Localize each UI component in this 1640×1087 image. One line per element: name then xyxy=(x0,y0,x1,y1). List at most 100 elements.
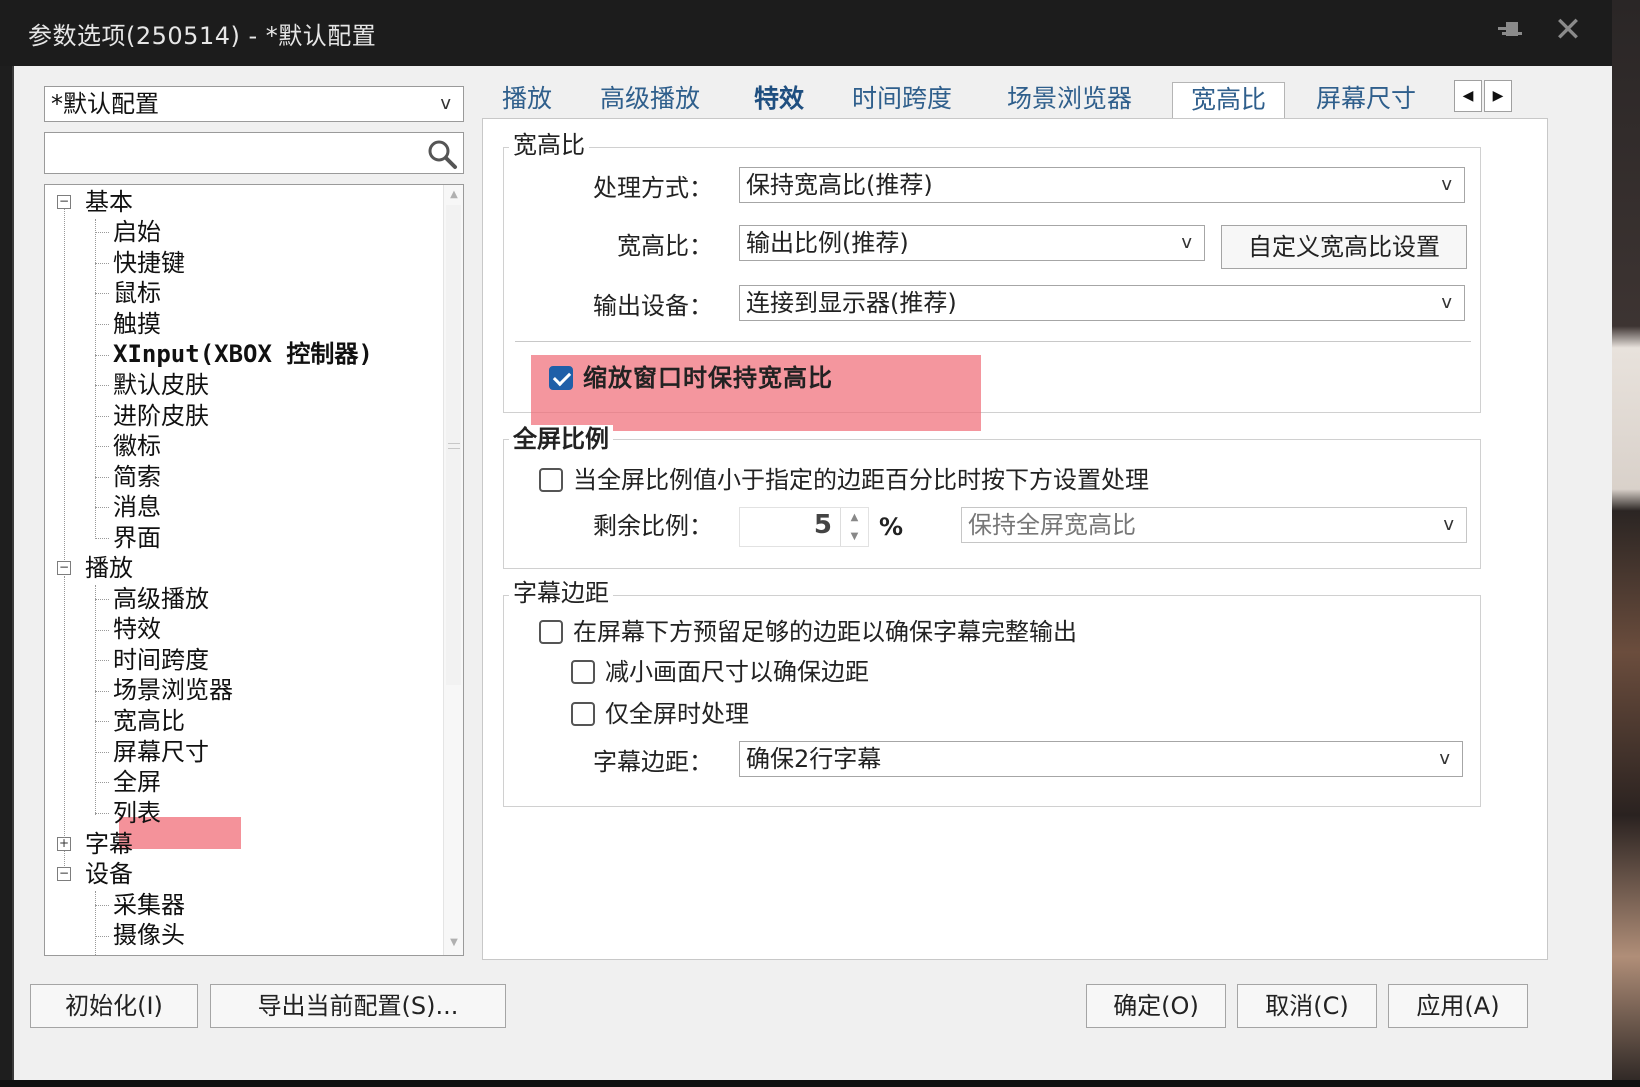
tab-bar: 播放 高级播放 特效 时间跨度 场景浏览器 宽高比 屏幕尺寸 xyxy=(482,82,1548,120)
checkbox-icon[interactable] xyxy=(539,468,563,492)
checkbox-icon[interactable] xyxy=(571,702,595,726)
tree-item-basic[interactable]: 基本 xyxy=(85,187,133,217)
stepper-down-icon[interactable]: ▼ xyxy=(841,527,868,546)
margin-select[interactable]: 确保2行字幕 v xyxy=(739,741,1463,777)
tree-item[interactable]: 全屏 xyxy=(113,767,161,797)
tree-item[interactable]: 简索 xyxy=(113,462,161,492)
fullscreen-mode-select[interactable]: 保持全屏宽高比 v xyxy=(961,507,1467,543)
tree-item-subtitle[interactable]: 字幕 xyxy=(85,829,133,859)
tree-expander[interactable]: − xyxy=(57,867,71,881)
chevron-down-icon: v xyxy=(1441,174,1452,195)
ratio-select-value: 输出比例(推荐) xyxy=(746,229,909,257)
chevron-down-icon: v xyxy=(440,93,451,114)
settings-tree[interactable]: − 基本 启始 快捷键 鼠标 触摸 XInput(XBOX 控制器) 默认皮肤 … xyxy=(44,184,464,956)
scroll-grip-icon xyxy=(448,443,460,449)
tree-expander[interactable]: + xyxy=(57,837,71,851)
tree-item[interactable]: 采集器 xyxy=(113,890,185,920)
search-input[interactable] xyxy=(44,132,464,174)
tree-guide xyxy=(95,477,109,478)
stepper-arrows[interactable]: ▲ ▼ xyxy=(840,508,868,546)
keep-ratio-checkbox[interactable]: 缩放窗口时保持宽高比 xyxy=(549,363,833,393)
reserve-margin-checkbox[interactable]: 在屏幕下方预留足够的边距以确保字幕完整输出 xyxy=(539,617,1077,647)
scroll-down-icon[interactable]: ▼ xyxy=(447,937,461,951)
cancel-button[interactable]: 取消(C) xyxy=(1237,984,1377,1028)
tree-item[interactable]: 徽标 xyxy=(113,431,161,461)
tree-guide xyxy=(95,219,96,539)
chevron-down-icon: v xyxy=(1443,514,1454,535)
tree-item[interactable]: 高级播放 xyxy=(113,584,209,614)
search-icon[interactable] xyxy=(425,137,459,171)
checkbox-checked-icon[interactable] xyxy=(549,366,573,390)
tree-item[interactable]: 场景浏览器 xyxy=(113,675,233,705)
tab-scene-browser[interactable]: 场景浏览器 xyxy=(1007,82,1132,118)
tree-guide xyxy=(64,209,65,562)
margin-select-value: 确保2行字幕 xyxy=(746,745,882,773)
export-config-button[interactable]: 导出当前配置(S)... xyxy=(210,984,506,1028)
tree-item[interactable]: 触摸 xyxy=(113,309,161,339)
tree-expander[interactable]: − xyxy=(57,561,71,575)
group-title: 全屏比例 xyxy=(509,425,613,453)
separator xyxy=(515,341,1471,342)
tree-guide xyxy=(95,538,109,539)
device-select[interactable]: 连接到显示器(推荐) v xyxy=(739,285,1465,321)
tree-item[interactable]: 特效 xyxy=(113,614,161,644)
reserve-margin-label: 在屏幕下方预留足够的边距以确保字幕完整输出 xyxy=(573,618,1077,646)
remain-ratio-stepper[interactable]: 5 ▲ ▼ xyxy=(739,507,869,547)
shrink-picture-checkbox[interactable]: 减小画面尺寸以确保边距 xyxy=(571,657,869,687)
preferences-dialog: *默认配置 v − 基本 启始 快捷键 鼠标 触摸 XInput(XBOX 控制… xyxy=(12,66,1612,1080)
tree-scrollbar[interactable]: ▲ ▼ xyxy=(443,185,463,955)
tree-item-device[interactable]: 设备 xyxy=(85,859,133,889)
tree-item[interactable]: 快捷键 xyxy=(113,248,185,278)
device-select-value: 连接到显示器(推荐) xyxy=(746,289,957,317)
tree-item[interactable]: 界面 xyxy=(113,523,161,553)
tab-aspect-ratio[interactable]: 宽高比 xyxy=(1172,82,1286,120)
chevron-down-icon: v xyxy=(1439,748,1450,769)
tree-guide xyxy=(95,416,109,417)
checkbox-icon[interactable] xyxy=(539,620,563,644)
ratio-select[interactable]: 输出比例(推荐) v xyxy=(739,225,1205,261)
tree-item[interactable]: 列表 xyxy=(113,798,161,828)
tree-item[interactable]: 进阶皮肤 xyxy=(113,401,209,431)
tree-guide xyxy=(95,446,109,447)
tree-item[interactable]: 摄像头 xyxy=(113,920,185,950)
tree-item[interactable]: 屏幕尺寸 xyxy=(113,737,209,767)
remain-ratio-value: 5 xyxy=(813,510,832,540)
tree-guide xyxy=(95,813,109,814)
tab-timespan[interactable]: 时间跨度 xyxy=(852,82,952,118)
tab-playback[interactable]: 播放 xyxy=(502,82,552,118)
tree-item-playback[interactable]: 播放 xyxy=(85,553,133,583)
scroll-up-icon[interactable]: ▲ xyxy=(447,189,461,203)
reset-button[interactable]: 初始化(I) xyxy=(30,984,198,1028)
apply-button[interactable]: 应用(A) xyxy=(1388,984,1528,1028)
group-title: 字幕边距 xyxy=(509,579,613,607)
tree-item-selected[interactable]: 宽高比 xyxy=(113,706,185,736)
fullscreen-ratio-group xyxy=(503,439,1481,569)
pin-icon[interactable] xyxy=(1496,18,1524,46)
tree-item[interactable]: 时间跨度 xyxy=(113,645,209,675)
ok-button[interactable]: 确定(O) xyxy=(1086,984,1226,1028)
tree-item[interactable]: 默认皮肤 xyxy=(113,370,209,400)
fullscreen-threshold-checkbox[interactable]: 当全屏比例值小于指定的边距百分比时按下方设置处理 xyxy=(539,465,1149,495)
tree-item[interactable]: 启始 xyxy=(113,217,161,247)
custom-aspect-button[interactable]: 自定义宽高比设置 xyxy=(1221,225,1467,269)
stepper-up-icon[interactable]: ▲ xyxy=(841,508,868,527)
checkbox-icon[interactable] xyxy=(571,660,595,684)
tab-advanced-playback[interactable]: 高级播放 xyxy=(600,82,700,118)
tree-guide xyxy=(95,293,109,294)
tree-item[interactable]: 消息 xyxy=(113,492,161,522)
tree-item[interactable]: 鼠标 xyxy=(113,278,161,308)
tree-item[interactable]: XInput(XBOX 控制器) xyxy=(113,339,373,369)
aspect-ratio-panel: 宽高比 处理方式： 保持宽高比(推荐) v 宽高比： 输出比例(推荐) v 自定… xyxy=(482,118,1548,960)
tree-guide xyxy=(95,905,109,906)
profile-select[interactable]: *默认配置 v xyxy=(44,86,464,122)
tab-effects[interactable]: 特效 xyxy=(754,82,804,118)
method-select[interactable]: 保持宽高比(推荐) v xyxy=(739,167,1465,203)
fullscreen-only-checkbox[interactable]: 仅全屏时处理 xyxy=(571,699,749,729)
device-label: 输出设备： xyxy=(593,292,713,320)
tab-scroll-left-icon[interactable]: ◀ xyxy=(1454,80,1482,112)
tab-screen-size[interactable]: 屏幕尺寸 xyxy=(1316,82,1416,118)
tab-scroll-right-icon[interactable]: ▶ xyxy=(1484,80,1512,112)
tree-guide xyxy=(95,232,109,233)
close-icon[interactable]: ✕ xyxy=(1552,13,1584,47)
tree-expander[interactable]: − xyxy=(57,195,71,209)
